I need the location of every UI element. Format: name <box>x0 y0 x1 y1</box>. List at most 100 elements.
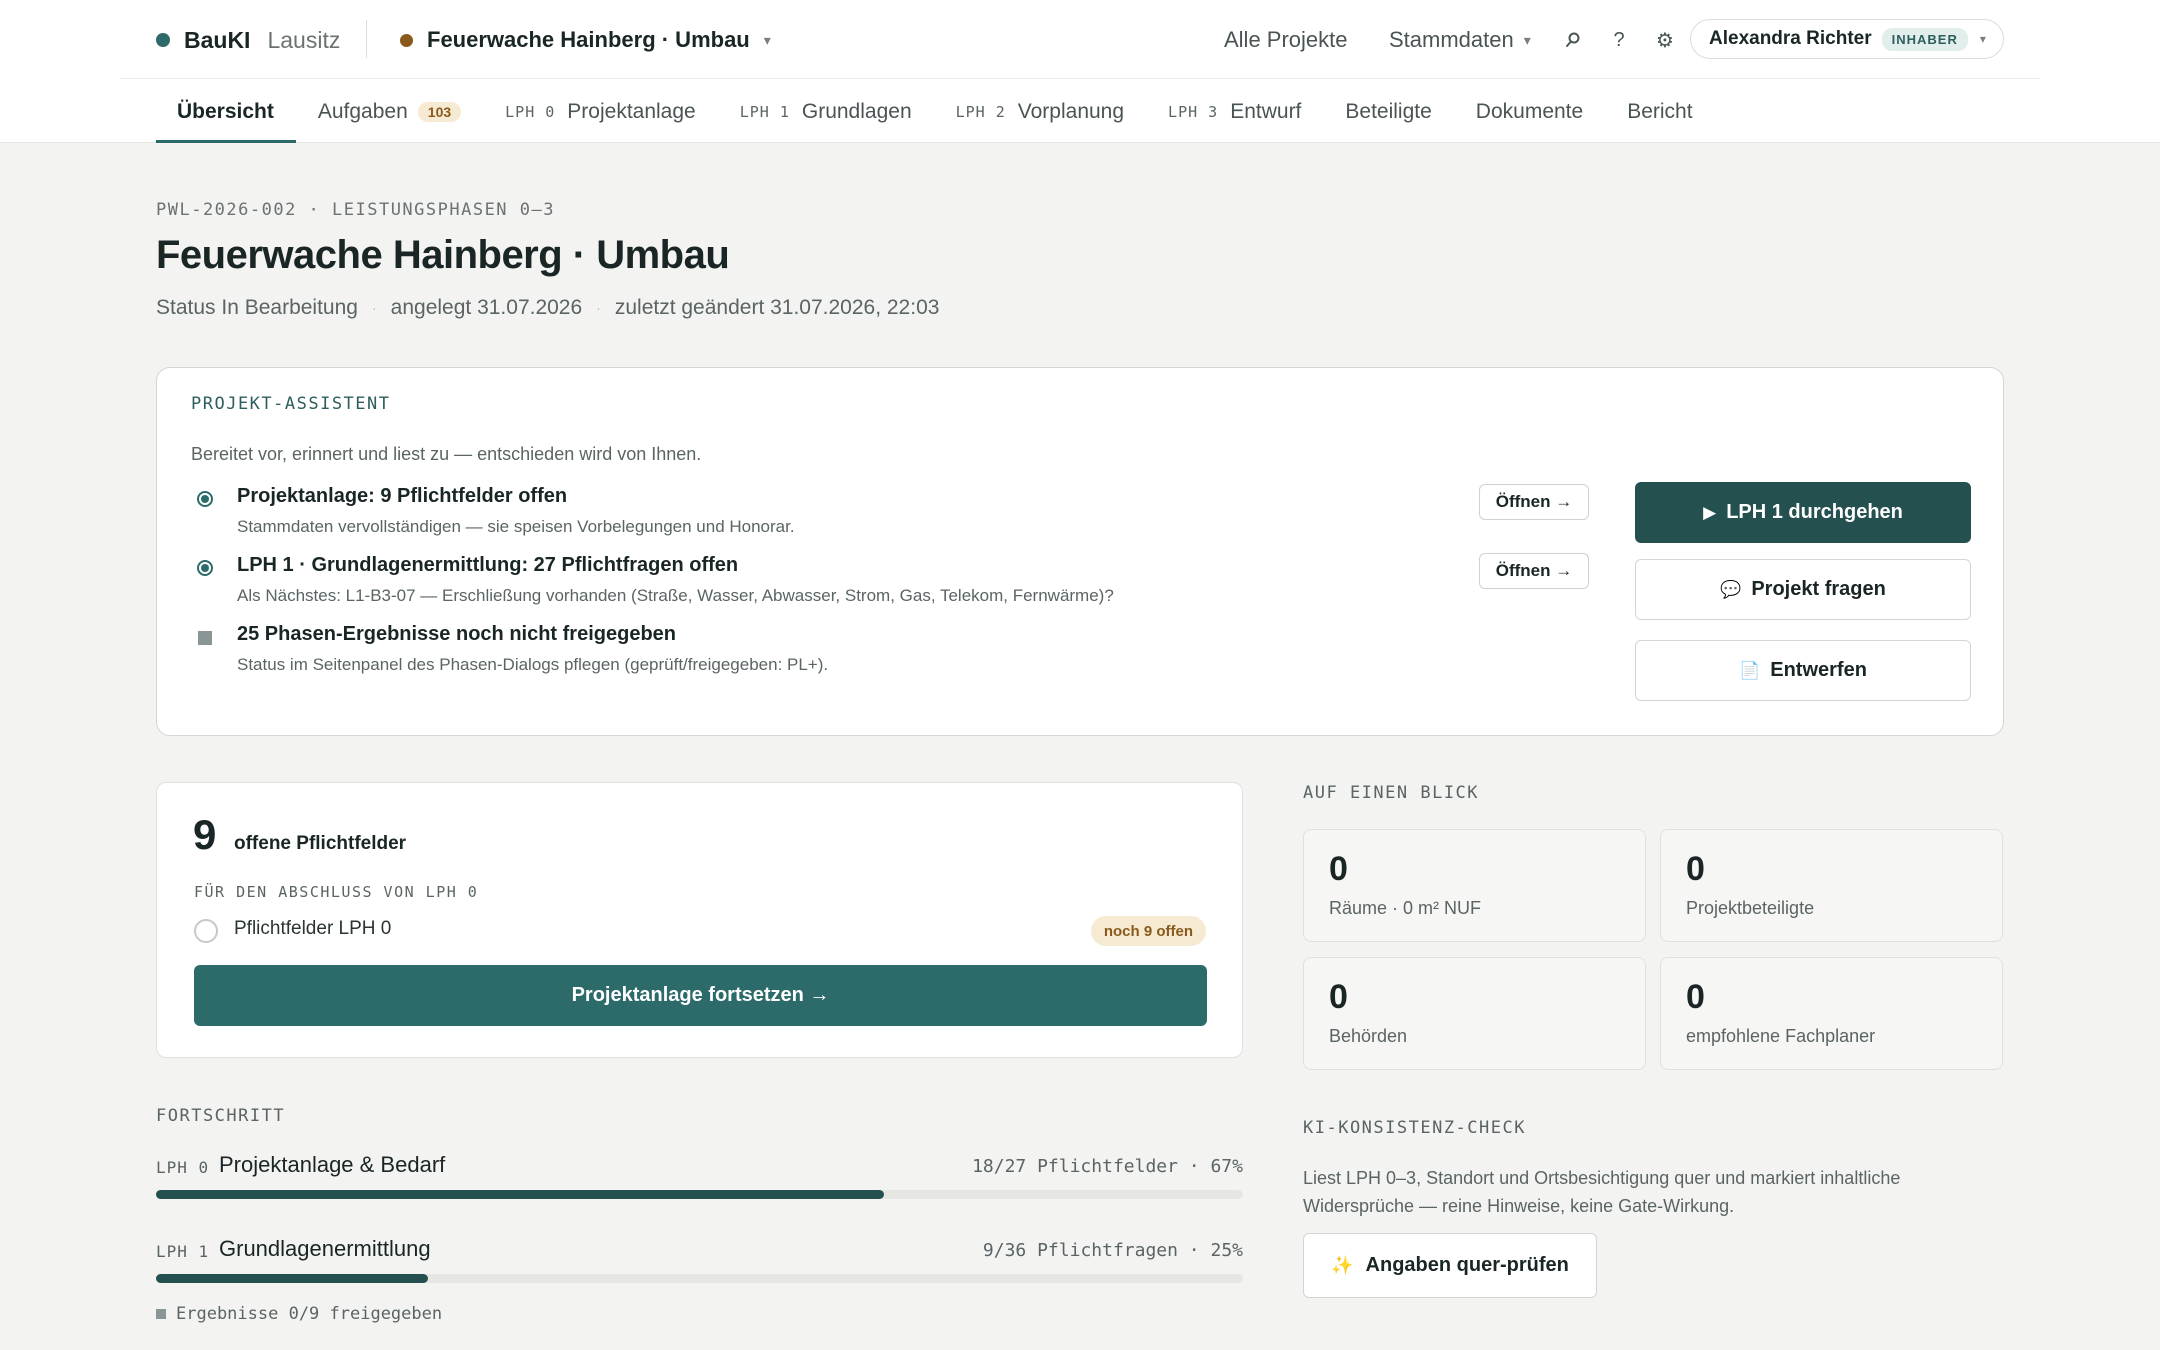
tab-lph2[interactable]: LPH 2 Vorplanung <box>934 80 1146 143</box>
stat-value: 0 <box>1329 978 1348 1016</box>
progress-count: 18/27 Pflichtfelder · 67% <box>972 1156 1243 1177</box>
assistant-label: PROJEKT-ASSISTENT <box>191 394 391 414</box>
continue-project-setup-button[interactable]: Projektanlage fortsetzen → <box>194 965 1207 1026</box>
user-menu[interactable]: Alexandra Richter INHABER ▾ <box>1690 19 2004 59</box>
nav-master-data[interactable]: Stammdaten ▾ <box>1389 22 1531 58</box>
pending-square-icon <box>198 631 212 645</box>
stat-label: Projektbeteiligte <box>1686 898 1815 918</box>
tab-documents[interactable]: Dokumente <box>1454 80 1605 143</box>
page-title: Feuerwache Hainberg · Umbau <box>156 233 730 277</box>
stat-value: 0 <box>1329 850 1348 888</box>
release-status: Ergebnisse 0/9 freigegeben <box>156 1304 442 1324</box>
progress-title: Projektanlage & Bedarf <box>219 1152 446 1177</box>
tab-label: Aufgaben <box>317 99 408 123</box>
stat-value: 0 <box>1686 978 1705 1016</box>
open-lph0-button[interactable]: Öffnen → <box>1479 484 1589 520</box>
draft-button[interactable]: 📄 Entwerfen <box>1635 640 1971 701</box>
assistant-item-subtitle: Als Nächstes: L1-B3-07 — Erschließung vo… <box>237 586 1114 605</box>
tab-label: Entwurf <box>1230 99 1302 123</box>
progress-count: 9/36 Pflichtfragen · 25% <box>982 1240 1243 1261</box>
brand[interactable]: BauKI Lausitz <box>156 22 340 58</box>
active-indicator-icon <box>197 560 213 576</box>
project-switcher-title: Feuerwache Hainberg · Umbau <box>427 27 750 52</box>
project-meta: Status In Bearbeitung · angelegt 31.07.2… <box>156 296 939 320</box>
progress-track <box>156 1190 1243 1199</box>
brand-name: BauKI <box>184 26 251 53</box>
play-icon: ▶ <box>1703 502 1717 522</box>
nav-all-projects-label: Alle Projekte <box>1224 27 1348 52</box>
tab-overview[interactable]: Übersicht <box>156 80 296 143</box>
progress-section-label: FORTSCHRITT <box>156 1106 286 1126</box>
button-label: LPH 1 durchgehen <box>1726 501 1903 523</box>
stat-authorities[interactable]: 0 Behörden <box>1303 957 1646 1070</box>
sparkle-icon: ✨ <box>1331 1255 1354 1275</box>
assistant-item-title: Projektanlage: 9 Pflichtfelder offen <box>237 485 568 507</box>
nav-all-projects[interactable]: Alle Projekte <box>1224 22 1348 58</box>
divider <box>366 20 367 58</box>
required-fields-card: 9 offene Pflichtfelder FÜR DEN ABSCHLUSS… <box>156 782 1243 1058</box>
tab-lph3[interactable]: LPH 3 Entwurf <box>1146 80 1323 143</box>
project-switcher[interactable]: Feuerwache Hainberg · Umbau ▾ <box>400 22 771 58</box>
stat-specialist-planners[interactable]: 0 empfohlene Fachplaner <box>1660 957 2003 1070</box>
chat-icon: 💬 <box>1720 579 1742 599</box>
chevron-down-icon: ▾ <box>1979 32 1986 46</box>
checkbox-circle-icon[interactable] <box>194 919 218 943</box>
chevron-down-icon: ▾ <box>763 31 771 48</box>
tab-label: Projektanlage <box>567 99 696 123</box>
assistant-item-title: 25 Phasen-Ergebnisse noch nicht freigege… <box>237 623 677 645</box>
assistant-item-subtitle: Status im Seitenpanel des Phasen-Dialogs… <box>237 655 829 674</box>
chevron-down-icon: ▾ <box>1523 31 1531 48</box>
cross-check-button[interactable]: ✨ Angaben quer-prüfen <box>1303 1233 1597 1298</box>
stat-rooms[interactable]: 0 Räume · 0 m² NUF <box>1303 829 1646 942</box>
progress-track <box>156 1274 1243 1283</box>
brand-region: Lausitz <box>267 26 341 53</box>
glance-section-label: AUF EINEN BLICK <box>1303 783 1480 803</box>
walk-through-lph1-button[interactable]: ▶ LPH 1 durchgehen <box>1635 482 1971 543</box>
project-modified: zuletzt geändert 31.07.2026, 22:03 <box>614 296 940 319</box>
ask-project-button[interactable]: 💬 Projekt fragen <box>1635 559 1971 620</box>
open-fields-label: offene Pflichtfelder <box>234 833 407 854</box>
ki-check-label: KI-KONSISTENZ-CHECK <box>1303 1118 1526 1138</box>
button-label: Angaben quer-prüfen <box>1365 1254 1569 1276</box>
open-fields-count: 9 <box>193 811 217 858</box>
open-count-badge: noch 9 offen <box>1090 916 1206 946</box>
project-eyebrow: PWL-2026-002 · LEISTUNGSPHASEN 0–3 <box>156 200 555 220</box>
stat-label: Räume · 0 m² NUF <box>1329 898 1482 918</box>
button-label: Entwerfen <box>1770 659 1867 681</box>
nav-master-data-label: Stammdaten <box>1389 27 1514 52</box>
tab-label: Vorplanung <box>1017 99 1125 123</box>
project-assistant-card: PROJEKT-ASSISTENT Bereitet vor, erinnert… <box>156 367 2004 736</box>
stat-label: Behörden <box>1329 1026 1408 1046</box>
tab-report[interactable]: Bericht <box>1605 80 1714 143</box>
help-icon[interactable]: ? <box>1603 24 1635 56</box>
divider <box>120 78 2040 79</box>
tab-prefix: LPH 0 <box>505 102 556 121</box>
meta-separator: · <box>596 300 601 316</box>
tab-prefix: LPH 3 <box>1168 102 1219 121</box>
search-icon[interactable] <box>1557 24 1589 56</box>
tab-lph1[interactable]: LPH 1 Grundlagen <box>718 80 934 143</box>
user-role-badge: INHABER <box>1881 27 1968 51</box>
tab-lph0[interactable]: LPH 0 Projektanlage <box>483 80 718 143</box>
progress-title: Grundlagenermittlung <box>219 1236 431 1261</box>
required-fields-row-label: Pflichtfelder LPH 0 <box>234 918 392 939</box>
tab-label: Grundlagen <box>801 99 912 123</box>
project-status-dot-icon <box>400 33 413 47</box>
open-lph1-button[interactable]: Öffnen → <box>1479 553 1589 589</box>
tab-prefix: LPH 1 <box>739 102 790 121</box>
tab-label: Beteiligte <box>1345 99 1432 123</box>
progress-fill <box>156 1274 428 1283</box>
tab-tasks[interactable]: Aufgaben 103 <box>296 80 483 143</box>
stat-value: 0 <box>1686 850 1705 888</box>
gear-icon[interactable]: ⚙ <box>1649 24 1681 56</box>
assistant-description: Bereitet vor, erinnert und liest zu — en… <box>191 444 702 464</box>
project-status: Status In Bearbeitung <box>156 296 358 319</box>
ki-check-description: Liest LPH 0–3, Standort und Ortsbesichti… <box>1303 1168 1901 1216</box>
tab-label: Übersicht <box>177 99 274 123</box>
tab-participants[interactable]: Beteiligte <box>1323 80 1453 143</box>
brand-dot-icon <box>156 33 170 47</box>
document-icon: 📄 <box>1739 660 1761 680</box>
tab-label: Bericht <box>1627 99 1693 123</box>
assistant-item-title: LPH 1 · Grundlagenermittlung: 27 Pflicht… <box>237 554 739 576</box>
stat-participants[interactable]: 0 Projektbeteiligte <box>1660 829 2003 942</box>
